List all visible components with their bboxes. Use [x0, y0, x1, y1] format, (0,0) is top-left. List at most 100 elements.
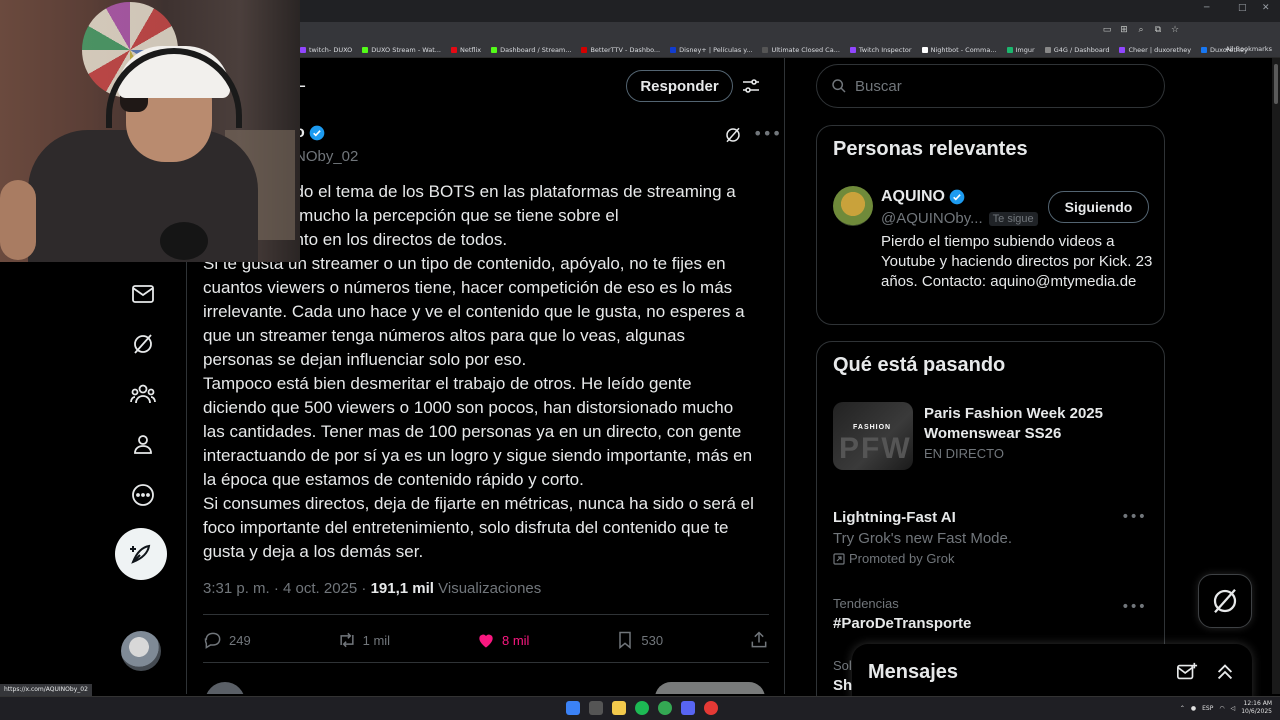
wifi-icon[interactable]: ◠	[1219, 705, 1224, 712]
bookmark-item[interactable]: Twitch Inspector	[849, 46, 912, 54]
tray-chevron-icon[interactable]: ⌃	[1180, 705, 1185, 712]
bookmarks-bar: twitch- DUXO DUXO Stream - Wat... Netflix D…	[300, 42, 1280, 58]
featured-trend-title[interactable]: Paris Fashion Week 2025 Womenswear SS26	[924, 404, 1154, 444]
post-more-icon[interactable]: •••	[753, 124, 781, 143]
post-time[interactable]: 3:31 p. m. · 4 oct. 2025 ·	[203, 580, 371, 597]
bookmark-favicon-icon	[849, 46, 856, 53]
sliders-icon[interactable]	[742, 77, 760, 95]
verified-badge-icon	[309, 125, 325, 141]
bookmark-count: 530	[641, 632, 664, 648]
bookmark-item[interactable]: Nightbot - Comma...	[921, 46, 997, 54]
following-button[interactable]: Siguiendo	[1048, 191, 1149, 223]
bookmark-favicon-icon	[450, 46, 457, 53]
relevant-user-handle[interactable]: @AQUINOby... Te sigue	[881, 210, 1038, 227]
cast-icon[interactable]: ▭	[1102, 25, 1112, 35]
language-indicator[interactable]: ESP	[1202, 705, 1213, 712]
bookmark-item[interactable]: twitch- DUXO	[300, 46, 352, 54]
more-options-icon[interactable]	[128, 480, 158, 510]
file-explorer-icon[interactable]	[612, 701, 626, 715]
reply-composer-button[interactable]	[655, 682, 765, 694]
obs-icon[interactable]	[704, 701, 718, 715]
trend-more-icon[interactable]: •••	[1121, 509, 1146, 525]
spotify-icon[interactable]	[635, 701, 649, 715]
repost-count: 1 mil	[362, 632, 391, 648]
bookmark-item[interactable]: Dashboard / Stream...	[491, 46, 571, 54]
browser-address-bar[interactable]: ▭ ⊞ ⌕ ⧉ ☆	[300, 22, 1280, 42]
close-icon[interactable]: ✕	[1262, 3, 1270, 13]
scrollbar-thumb[interactable]	[1274, 64, 1278, 104]
bookmark-item[interactable]: Imgur	[1006, 46, 1035, 54]
post-text-line: cuantos viewers o números tiene, hacer c…	[203, 278, 733, 297]
maximize-icon[interactable]: □	[1238, 3, 1247, 13]
follows-you-badge: Te sigue	[988, 211, 1038, 226]
clock[interactable]: 12:16 AM 10/6/2025	[1241, 700, 1272, 716]
bookmark-action[interactable]: 530	[615, 630, 663, 650]
bookmark-favicon-icon	[762, 46, 769, 53]
reply-icon	[204, 632, 221, 649]
bookmark-item[interactable]: Ultimate Closed Ca...	[762, 46, 840, 54]
relevant-user-name[interactable]: AQUINO	[881, 188, 965, 206]
promoted-trend[interactable]: Lightning-Fast AI Try Grok's new Fast Mo…	[833, 509, 1153, 566]
share-action[interactable]	[749, 630, 769, 650]
start-icon[interactable]	[566, 701, 580, 715]
messages-drawer[interactable]: Mensajes	[852, 644, 1252, 700]
mic-tray-icon[interactable]: ●	[1191, 705, 1196, 712]
bookmark-item[interactable]: Cheer | duxorethey	[1119, 46, 1191, 54]
like-action[interactable]: 8 mil	[476, 630, 529, 650]
trend-thumbnail[interactable]: FASHION PFW	[833, 402, 913, 470]
like-count: 8 mil	[502, 632, 530, 648]
post-text-line: gusta y deja a los demás ser.	[203, 542, 424, 561]
bookmark-favicon-icon	[362, 46, 369, 53]
communities-icon[interactable]	[128, 379, 158, 409]
discord-icon[interactable]	[681, 701, 695, 715]
reply-avatar[interactable]	[205, 682, 245, 694]
bookmark-favicon-icon	[670, 46, 677, 53]
minimize-icon[interactable]: ─	[1204, 3, 1209, 13]
relevant-user-avatar[interactable]	[833, 186, 873, 226]
profile-icon[interactable]	[128, 429, 158, 459]
post-author-handle[interactable]: NOby_02	[295, 148, 358, 165]
bookmark-favicon-icon	[1044, 46, 1051, 53]
chrome-icon[interactable]	[658, 701, 672, 715]
views-label: Visualizaciones	[433, 580, 542, 597]
search-icon	[832, 79, 846, 93]
share-icon[interactable]: ⧉	[1153, 25, 1163, 35]
search-taskbar-icon[interactable]	[589, 701, 603, 715]
translate-icon[interactable]: ⊞	[1119, 25, 1129, 35]
post-text-line: la época que estamos de contenido rápido…	[203, 470, 584, 489]
bookmark-item[interactable]: DUXO Stream - Wat...	[362, 46, 441, 54]
grok-icon[interactable]	[128, 329, 158, 359]
post-text-line: foco importante del entretenimiento, sol…	[203, 518, 729, 537]
search-input[interactable]	[855, 77, 1135, 95]
compose-post-button[interactable]	[115, 528, 167, 580]
bookmark-item[interactable]: G4G / Dashboard	[1044, 46, 1109, 54]
trend-more-icon[interactable]: •••	[1121, 599, 1146, 615]
grok-explain-icon[interactable]	[724, 126, 742, 144]
trend-item[interactable]: Tendencias #ParoDeTransporte	[833, 596, 1153, 632]
bookmark-item[interactable]: Disney+ | Películas y...	[670, 46, 752, 54]
repost-action[interactable]: 1 mil	[337, 630, 390, 650]
zoom-icon[interactable]: ⌕	[1136, 25, 1146, 35]
volume-icon[interactable]: ◁	[1231, 705, 1236, 712]
divider	[203, 614, 769, 615]
windows-taskbar: ⌃ ● ESP ◠ ◁ 12:16 AM 10/6/2025	[0, 696, 1280, 720]
bookmark-favicon-icon	[1006, 46, 1013, 53]
account-avatar[interactable]	[121, 631, 161, 671]
expand-icon[interactable]	[1214, 661, 1236, 683]
reply-action[interactable]: 249	[203, 630, 251, 650]
reply-button[interactable]: Responder	[626, 70, 733, 102]
link-status-url: https://x.com/AQUINOby_02	[0, 684, 92, 696]
new-message-icon[interactable]	[1176, 661, 1198, 683]
grok-floating-button[interactable]	[1198, 574, 1252, 628]
bookmark-favicon-icon	[1201, 46, 1208, 53]
bookmark-item[interactable]: BetterTTV - Dashbo...	[581, 46, 660, 54]
all-bookmarks[interactable]: All Bookmarks	[1226, 45, 1272, 53]
search-box[interactable]	[816, 64, 1165, 108]
bookmark-item[interactable]: Netflix	[450, 46, 481, 54]
star-icon[interactable]: ☆	[1170, 25, 1180, 35]
messages-title: Mensajes	[868, 660, 959, 683]
page-scrollbar[interactable]	[1272, 58, 1280, 694]
post-actions: 249 1 mil 8 mil 530	[203, 626, 769, 654]
relevant-user-bio: Pierdo el tiempo subiendo videos a Youtu…	[881, 233, 1153, 290]
messages-icon[interactable]	[128, 279, 158, 309]
